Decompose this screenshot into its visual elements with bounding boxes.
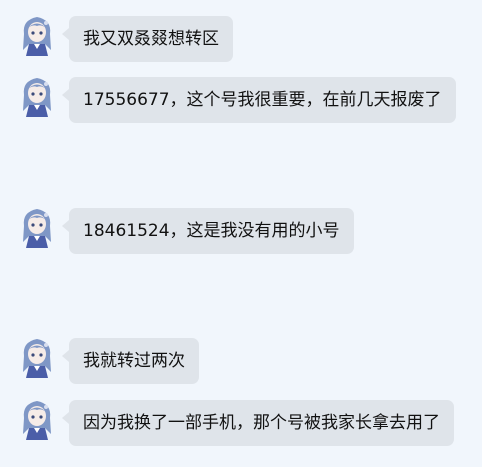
message-bubble[interactable]: 18461524，这是我没有用的小号 <box>62 208 354 254</box>
message-row: 我又双叒叕想转区 <box>0 14 482 66</box>
chat-thread: 我又双叒叕想转区 17556677，这个号我很重要，在前几天报废了 184615… <box>0 0 482 467</box>
message-bubble[interactable]: 我又双叒叕想转区 <box>62 16 233 62</box>
user-avatar-icon[interactable] <box>18 206 56 248</box>
message-row: 我就转过两次 <box>0 336 482 388</box>
user-avatar-icon[interactable] <box>18 75 56 117</box>
message-bubble[interactable]: 我就转过两次 <box>62 338 199 384</box>
message-bubble[interactable]: 17556677，这个号我很重要，在前几天报废了 <box>62 77 456 123</box>
message-row: 17556677，这个号我很重要，在前几天报废了 <box>0 75 482 127</box>
message-row: 18461524，这是我没有用的小号 <box>0 206 482 258</box>
message-row: 因为我换了一部手机，那个号被我家长拿去用了 <box>0 398 482 450</box>
user-avatar-icon[interactable] <box>18 398 56 440</box>
user-avatar-icon[interactable] <box>18 14 56 56</box>
user-avatar-icon[interactable] <box>18 336 56 378</box>
message-bubble[interactable]: 因为我换了一部手机，那个号被我家长拿去用了 <box>62 400 454 446</box>
